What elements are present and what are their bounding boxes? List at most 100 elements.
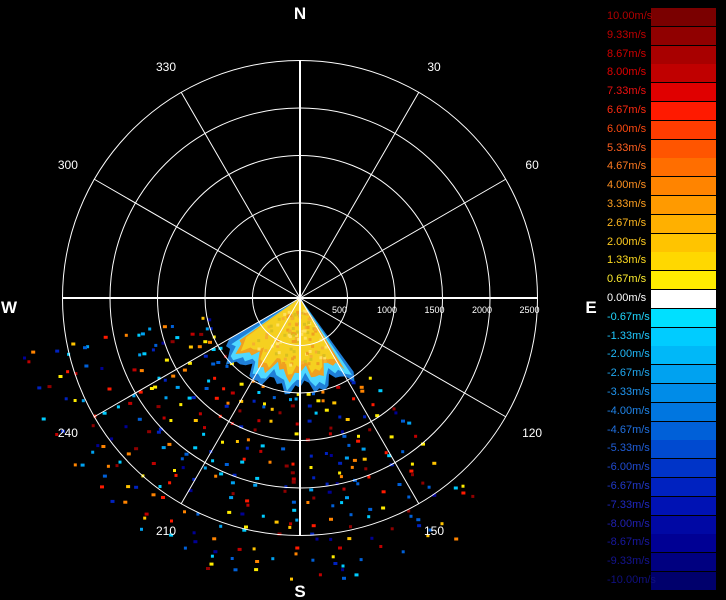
echo-cell — [331, 555, 335, 559]
legend-swatch — [651, 440, 716, 459]
echo-cell — [291, 477, 296, 481]
echo-core-cell — [303, 329, 307, 333]
echo-cell — [161, 446, 166, 450]
echo-core-cell — [292, 333, 296, 337]
echo-cell — [174, 473, 178, 477]
legend-label: -6.67m/s — [607, 480, 650, 492]
echo-cell — [124, 333, 128, 337]
echo-cell — [239, 382, 244, 386]
echo-core-cell — [291, 357, 295, 361]
echo-core-cell — [311, 344, 315, 348]
legend-swatch — [651, 233, 716, 252]
echo-cell — [315, 537, 319, 541]
echo-cell — [193, 419, 198, 422]
echo-cell — [312, 496, 316, 500]
echo-cell — [345, 418, 350, 421]
echo-cell — [269, 419, 273, 423]
echo-cell — [193, 540, 198, 544]
echo-cell — [363, 415, 367, 419]
legend-entry: -2.00m/s — [604, 346, 716, 365]
echo-cell — [352, 458, 357, 462]
legend-entry: 6.00m/s — [604, 120, 716, 140]
legend-entry: -4.00m/s — [604, 402, 716, 422]
echo-cell — [148, 327, 152, 331]
echo-cell — [314, 411, 318, 415]
echo-core-cell — [308, 338, 312, 342]
legend-swatch — [651, 45, 716, 64]
echo-cell — [295, 518, 299, 522]
legend-swatch — [651, 384, 716, 402]
echo-cell — [170, 325, 174, 328]
echo-cell — [137, 417, 142, 421]
echo-cell — [349, 513, 353, 517]
echo-cell — [381, 490, 386, 494]
echo-cell — [81, 399, 85, 403]
echo-cell — [341, 568, 345, 572]
echo-cell — [100, 485, 104, 489]
echo-cell — [309, 466, 313, 469]
echo-core-cell — [306, 326, 310, 329]
echo-cell — [244, 525, 248, 529]
echo-cell — [83, 346, 87, 350]
echo-cell — [368, 428, 372, 432]
echo-cell — [225, 364, 229, 368]
legend-entry: 10.00m/s — [604, 8, 716, 27]
echo-cell — [278, 411, 282, 415]
legend-entry: 9.33m/s — [604, 26, 716, 46]
echo-cell — [307, 419, 312, 423]
echo-cell — [211, 362, 216, 366]
echo-core-cell — [306, 331, 310, 335]
echo-cell — [338, 461, 343, 465]
echo-cell — [410, 462, 414, 466]
echo-cell — [295, 422, 299, 426]
legend-swatch — [651, 120, 716, 139]
echo-core-cell — [303, 359, 307, 363]
echo-cell — [187, 396, 192, 400]
echo-cell — [156, 405, 161, 409]
echo-cell — [257, 419, 261, 423]
echo-core-cell — [303, 336, 307, 340]
legend-label: 4.00m/s — [607, 179, 647, 192]
legend-label: 10.00m/s — [607, 10, 653, 22]
echo-cell — [306, 392, 311, 396]
legend-entry: -2.67m/s — [604, 365, 716, 384]
echo-cell — [203, 426, 206, 430]
legend-entry: -5.33m/s — [604, 440, 716, 459]
echo-cell — [384, 451, 388, 455]
echo-cell — [100, 367, 104, 370]
legend-label: -6.00m/s — [607, 461, 650, 474]
echo-core-cell — [283, 357, 287, 361]
echo-cell — [417, 524, 422, 528]
echo-cell — [209, 562, 214, 566]
echo-cell — [272, 396, 276, 400]
echo-cell — [261, 514, 265, 518]
echo-cell — [401, 550, 405, 554]
echo-cell — [207, 379, 211, 383]
echo-cell — [140, 527, 143, 531]
echo-cell — [224, 404, 229, 408]
echo-cell — [226, 401, 230, 405]
range-label: 1000 — [377, 305, 397, 315]
echo-cell — [216, 361, 221, 364]
echo-cell — [416, 518, 421, 522]
azimuth-label: 60 — [525, 158, 539, 172]
echo-cell — [227, 510, 232, 514]
echo-cell — [390, 527, 394, 531]
echo-cell — [414, 434, 418, 438]
echo-core-cell — [303, 322, 306, 326]
legend-label: -10.00m/s — [607, 574, 656, 586]
legend-entry: 2.00m/s — [604, 233, 716, 253]
echo-cell — [240, 512, 245, 516]
compass-east-label: E — [585, 298, 596, 317]
echo-core-cell — [257, 347, 261, 351]
echo-cell — [257, 391, 261, 394]
echo-cell — [259, 449, 263, 453]
legend-swatch — [651, 572, 716, 590]
azimuth-spoke — [299, 92, 420, 299]
echo-cell — [361, 447, 366, 451]
azimuth-spoke — [299, 178, 506, 299]
legend-label: 2.00m/s — [607, 235, 647, 248]
echo-cell — [184, 452, 189, 456]
echo-cell — [332, 401, 337, 405]
echo-core-cell — [314, 328, 318, 332]
